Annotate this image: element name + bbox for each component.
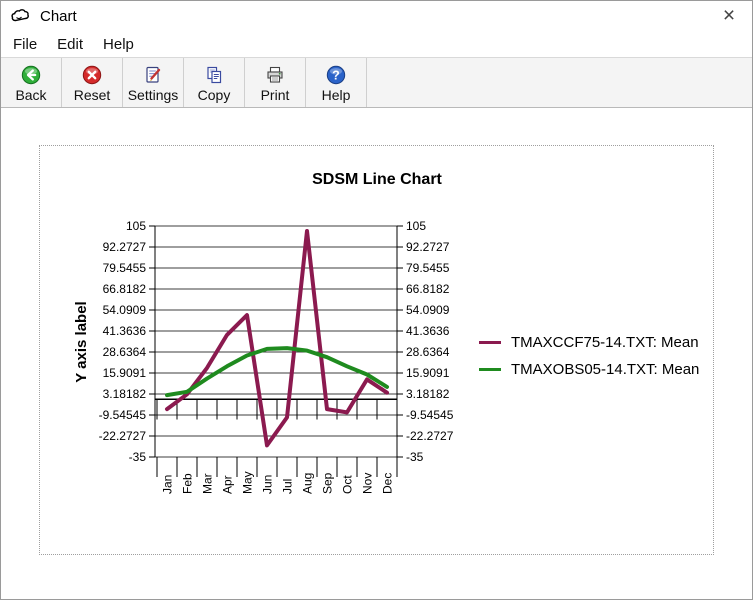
help-label: Help (322, 87, 351, 103)
y-axis-title: Y axis label (73, 301, 90, 382)
app-cloud-icon[interactable] (10, 7, 32, 25)
x-tick-label: Oct (341, 475, 355, 494)
settings-button[interactable]: Settings (123, 58, 184, 107)
legend-label: TMAXCCF75-14.TXT: Mean (511, 334, 699, 351)
copy-icon (204, 65, 224, 86)
help-icon: ? (326, 65, 346, 86)
y-tick-label-left: -22.2727 (99, 429, 147, 443)
menu-help[interactable]: Help (93, 33, 144, 56)
menubar: File Edit Help (1, 31, 752, 57)
chart-legend: TMAXCCF75-14.TXT: Mean TMAXOBS05-14.TXT: … (479, 329, 699, 383)
chart-window: Chart × File Edit Help Back (0, 0, 753, 600)
settings-label: Settings (128, 87, 179, 103)
y-tick-label-right: 105 (406, 219, 426, 233)
copy-label: Copy (198, 87, 231, 103)
window-title: Chart (40, 8, 77, 25)
titlebar: Chart × (1, 1, 752, 31)
y-tick-label-right: 28.6364 (406, 345, 450, 359)
x-tick-label: Jul (281, 479, 295, 494)
y-tick-label-left: 15.9091 (103, 366, 147, 380)
y-tick-label-right: 79.5455 (406, 261, 450, 275)
x-tick-label: Sep (321, 472, 335, 494)
y-tick-label-right: 41.3636 (406, 324, 450, 338)
content-area: SDSM Line Chart Y axis label 105 105 92.2727… (1, 108, 752, 599)
x-tick-label: Jun (261, 475, 275, 494)
y-tick-label-left: -35 (129, 450, 147, 464)
reset-button[interactable]: Reset (62, 58, 123, 107)
y-tick-label-left: 66.8182 (103, 282, 147, 296)
x-tick-label: May (241, 471, 255, 494)
back-icon (21, 65, 41, 86)
y-tick-label-left: 105 (126, 219, 146, 233)
menu-edit[interactable]: Edit (47, 33, 93, 56)
x-tick-label: Mar (201, 473, 215, 494)
y-tick-label-right: 15.9091 (406, 366, 450, 380)
x-tick-label: Feb (181, 473, 195, 494)
x-tick-label: Nov (361, 473, 375, 494)
y-tick-label-left: 3.18182 (103, 387, 147, 401)
y-tick-label-left: 54.0909 (103, 303, 147, 317)
chart-panel: SDSM Line Chart Y axis label 105 105 92.2727… (39, 145, 714, 555)
legend-entry: TMAXCCF75-14.TXT: Mean (479, 329, 699, 356)
y-tick-label-left: -9.54545 (99, 408, 147, 422)
reset-label: Reset (74, 87, 111, 103)
x-tick-label: Apr (221, 475, 235, 494)
y-tick-label-left: 92.2727 (103, 240, 147, 254)
y-tick-label-left: 41.3636 (103, 324, 147, 338)
legend-line-swatch (479, 368, 501, 371)
print-icon (265, 65, 285, 86)
copy-button[interactable]: Copy (184, 58, 245, 107)
back-button[interactable]: Back (1, 58, 62, 107)
y-tick-label-left: 28.6364 (103, 345, 147, 359)
y-tick-label-right: -9.54545 (406, 408, 454, 422)
svg-text:?: ? (332, 68, 340, 82)
print-button[interactable]: Print (245, 58, 306, 107)
print-label: Print (261, 87, 290, 103)
legend-entry: TMAXOBS05-14.TXT: Mean (479, 356, 699, 383)
reset-icon (82, 65, 102, 86)
y-tick-label-right: 54.0909 (406, 303, 450, 317)
y-tick-label-right: 3.18182 (406, 387, 450, 401)
y-tick-label-right: -35 (406, 450, 424, 464)
help-button[interactable]: ? Help (306, 58, 367, 107)
x-tick-label: Aug (301, 473, 315, 494)
y-tick-label-right: -22.2727 (406, 429, 454, 443)
chart-title: SDSM Line Chart (312, 171, 442, 188)
legend-line-swatch (479, 341, 501, 344)
y-tick-label-right: 92.2727 (406, 240, 450, 254)
close-icon[interactable]: × (706, 1, 752, 31)
toolbar: Back Reset Settings (1, 57, 752, 108)
menu-file[interactable]: File (3, 33, 47, 56)
x-tick-label: Jan (161, 475, 175, 494)
x-tick-label: Dec (381, 473, 395, 494)
legend-label: TMAXOBS05-14.TXT: Mean (511, 361, 699, 378)
back-label: Back (15, 87, 46, 103)
settings-icon (143, 65, 163, 86)
series-line (167, 348, 387, 395)
y-tick-label-right: 66.8182 (406, 282, 450, 296)
y-tick-label-left: 79.5455 (103, 261, 147, 275)
